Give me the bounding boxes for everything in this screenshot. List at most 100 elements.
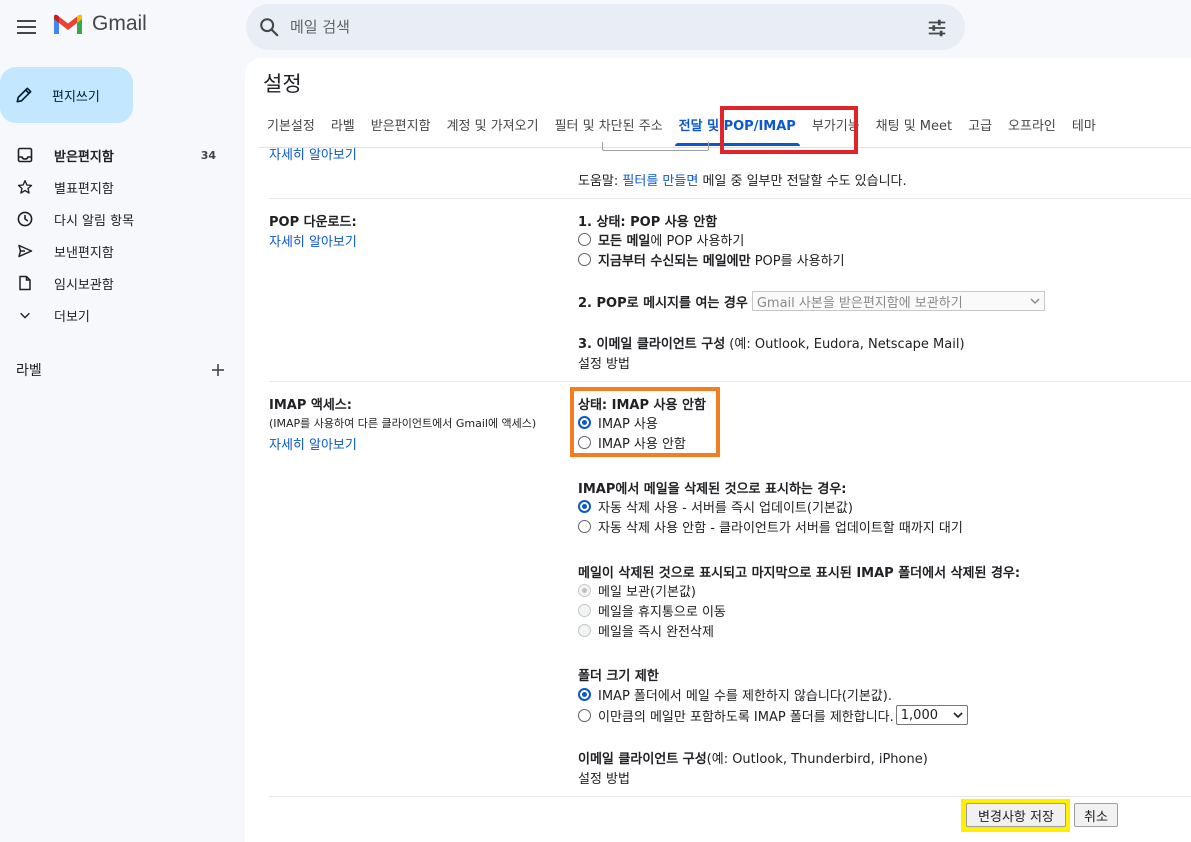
- page-title: 설정: [263, 72, 302, 96]
- radio-button[interactable]: [578, 519, 591, 533]
- star-icon: [16, 178, 34, 196]
- pop-learn-more-link[interactable]: 자세히 알아보기: [269, 231, 357, 250]
- draft-icon: [16, 274, 34, 292]
- settings-content: 자세히 알아보기 도움말: 필터를 만들면 메일 중 일부만 전달할 수도 있습…: [269, 142, 1191, 842]
- tab-accounts[interactable]: 계정 및 가져오기: [439, 108, 547, 146]
- folder-size-heading: 폴더 크기 제한: [578, 669, 659, 684]
- forward-field-edge: [602, 142, 709, 151]
- labels-section-header: 라벨: [16, 358, 226, 382]
- search-icon[interactable]: [258, 16, 280, 38]
- radio-button[interactable]: [578, 252, 591, 266]
- folder-limit-option[interactable]: 이만큼의 메일만 포함하도록 IMAP 폴더를 제한합니다. 1,000: [578, 705, 968, 725]
- tab-inbox[interactable]: 받은편지함: [363, 108, 439, 146]
- radio-button[interactable]: [578, 603, 591, 617]
- gmail-m-icon: [54, 14, 82, 34]
- radio-button[interactable]: [578, 499, 591, 513]
- folder-limit-select[interactable]: 1,000: [895, 705, 968, 725]
- imap-access-label: IMAP 액세스:: [269, 398, 352, 413]
- sidebar-item-starred[interactable]: 별표편지함: [0, 171, 240, 203]
- radio-button[interactable]: [578, 708, 591, 722]
- sidebar-item-label: 임시보관함: [54, 277, 114, 293]
- add-label-icon[interactable]: [210, 362, 226, 378]
- create-filter-link[interactable]: 필터를 만들면: [622, 174, 698, 189]
- sidebar-item-sent[interactable]: 보낸편지함: [0, 235, 240, 267]
- pop-download-label: POP 다운로드:: [269, 215, 357, 230]
- pop-open-row: 2. POP로 메시지를 여는 경우 Gmail 사본을 받은편지함에 보관하기: [578, 291, 1045, 311]
- active-tab-highlight: [720, 106, 858, 154]
- tab-general[interactable]: 기본설정: [259, 108, 323, 146]
- auto-expunge-on-option[interactable]: 자동 삭제 사용 - 서버를 즉시 업데이트(기본값): [578, 496, 853, 516]
- pop-all-mail-option[interactable]: 모든 메일에 POP 사용하기: [578, 229, 744, 249]
- sidebar-item-label: 받은편지함: [54, 149, 114, 165]
- cancel-button[interactable]: 취소: [1074, 803, 1118, 827]
- sidebar-item-more[interactable]: 더보기: [0, 299, 240, 331]
- inbox-icon: [16, 146, 34, 164]
- expunge-delete-option[interactable]: 메일을 즉시 완전삭제: [578, 620, 714, 640]
- radio-button[interactable]: [578, 583, 591, 597]
- sidebar-item-drafts[interactable]: 임시보관함: [0, 267, 240, 299]
- tab-filters[interactable]: 필터 및 차단된 주소: [547, 108, 671, 146]
- pop-status: 1. 상태: POP 사용 안함: [578, 215, 718, 230]
- folder-no-limit-option[interactable]: IMAP 폴더에서 메일 수를 제한하지 않습니다(기본값).: [578, 684, 892, 704]
- labels-heading: 라벨: [16, 363, 42, 379]
- sidebar-item-label: 보낸편지함: [54, 245, 114, 261]
- section-divider: [269, 796, 1191, 797]
- forwarding-learn-more-link[interactable]: 자세히 알아보기: [269, 144, 357, 163]
- imap-enable-option[interactable]: IMAP 사용: [578, 412, 658, 432]
- section-divider: [269, 198, 1191, 199]
- imap-disable-option[interactable]: IMAP 사용 안함: [578, 432, 686, 452]
- tab-labels[interactable]: 라벨: [323, 108, 363, 146]
- chevron-down-icon: [16, 306, 34, 324]
- pop-setup-link[interactable]: 설정 방법: [578, 353, 630, 372]
- menu-icon: [16, 20, 36, 22]
- search-input[interactable]: [290, 12, 890, 42]
- sidebar-item-label: 별표편지함: [54, 181, 114, 197]
- pop-new-mail-option[interactable]: 지금부터 수신되는 메일에만 POP를 사용하기: [578, 249, 845, 269]
- pop-open-label: 2. POP로 메시지를 여는 경우: [578, 295, 748, 311]
- forward-help-text: 도움말: 필터를 만들면 메일 중 일부만 전달할 수도 있습니다.: [578, 174, 907, 189]
- compose-label: 편지쓰기: [52, 89, 100, 105]
- radio-button[interactable]: [578, 435, 591, 449]
- section-divider: [269, 381, 1191, 382]
- imap-client-config: 이메일 클라이언트 구성(예: Outlook, Thunderbird, iP…: [578, 752, 928, 767]
- tab-chat-meet[interactable]: 채팅 및 Meet: [868, 108, 960, 146]
- imap-description: (IMAP를 사용하여 다른 클라이언트에서 Gmail에 액세스): [269, 417, 537, 430]
- search-bar: [246, 4, 965, 50]
- sidebar-item-label: 다시 알림 항목: [54, 213, 135, 229]
- radio-button[interactable]: [578, 687, 591, 701]
- imap-setup-link[interactable]: 설정 방법: [578, 768, 630, 787]
- sidebar-nav: 받은편지함 34 별표편지함 다시 알림 항목 보낸편지함 임시보관함 더보기: [0, 139, 240, 331]
- tab-offline[interactable]: 오프라인: [1000, 108, 1064, 146]
- pop-open-select[interactable]: Gmail 사본을 받은편지함에 보관하기: [751, 291, 1045, 311]
- radio-button[interactable]: [578, 623, 591, 637]
- expunge-trash-option[interactable]: 메일을 휴지통으로 이동: [578, 600, 726, 620]
- expunge-archive-option[interactable]: 메일 보관(기본값): [578, 580, 696, 600]
- settings-panel: 설정 기본설정 라벨 받은편지함 계정 및 가져오기 필터 및 차단된 주소 전…: [245, 58, 1191, 842]
- inbox-unread-count: 34: [200, 148, 216, 162]
- pop-client-config: 3. 이메일 클라이언트 구성 (예: Outlook, Eudora, Net…: [578, 337, 965, 352]
- main-menu-button[interactable]: [10, 10, 42, 44]
- save-changes-button[interactable]: 변경사항 저장: [966, 803, 1066, 827]
- radio-button[interactable]: [578, 415, 591, 429]
- sidebar-item-label: 더보기: [54, 309, 90, 325]
- gmail-wordmark: Gmail: [92, 12, 147, 35]
- chevron-down-icon: [953, 712, 963, 719]
- clock-icon: [16, 210, 34, 228]
- imap-deleted-heading: IMAP에서 메일을 삭제된 것으로 표시하는 경우:: [578, 482, 847, 497]
- chevron-down-icon: [1030, 298, 1040, 305]
- send-icon: [16, 242, 34, 260]
- auto-expunge-off-option[interactable]: 자동 삭제 사용 안함 - 클라이언트가 서버를 업데이트할 때까지 대기: [578, 516, 963, 536]
- imap-status: 상태: IMAP 사용 안함: [578, 398, 706, 413]
- imap-expunge-heading: 메일이 삭제된 것으로 표시되고 마지막으로 표시된 IMAP 폴더에서 삭제된…: [578, 566, 1021, 581]
- pencil-icon: [16, 87, 32, 103]
- radio-button[interactable]: [578, 232, 591, 246]
- tab-advanced[interactable]: 고급: [960, 108, 1000, 146]
- top-bar: Gmail: [0, 0, 1191, 56]
- sidebar-item-inbox[interactable]: 받은편지함 34: [0, 139, 240, 171]
- tab-themes[interactable]: 테마: [1064, 108, 1104, 146]
- compose-button[interactable]: 편지쓰기: [0, 67, 133, 123]
- gmail-logo[interactable]: Gmail: [52, 12, 147, 36]
- search-options-icon[interactable]: [926, 17, 948, 39]
- sidebar-item-snoozed[interactable]: 다시 알림 항목: [0, 203, 240, 235]
- imap-learn-more-link[interactable]: 자세히 알아보기: [269, 434, 357, 453]
